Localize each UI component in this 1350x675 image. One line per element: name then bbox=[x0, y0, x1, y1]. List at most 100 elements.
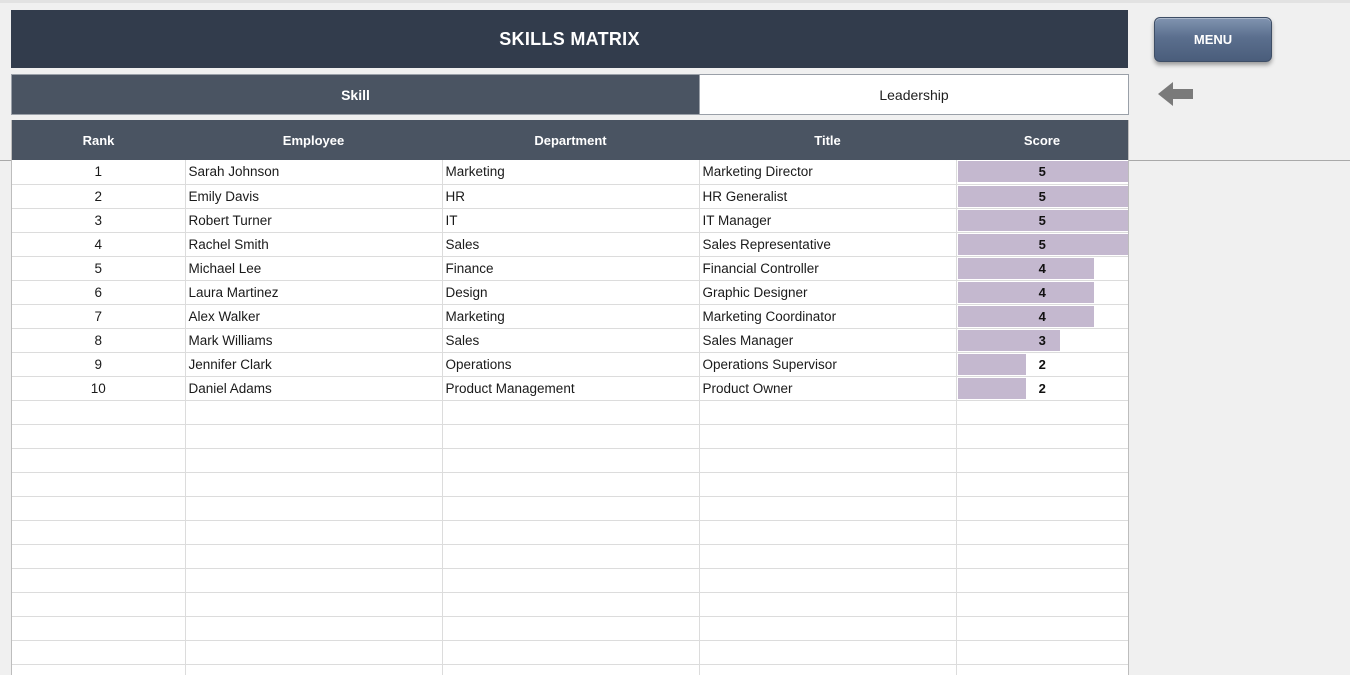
empty-table-row[interactable] bbox=[12, 616, 1128, 641]
table-row[interactable]: 2 Emily Davis HR HR Generalist 5 bbox=[12, 184, 1128, 209]
title-cell[interactable]: IT Manager bbox=[699, 208, 957, 233]
rank-cell[interactable]: 9 bbox=[12, 352, 186, 377]
rank-cell[interactable]: 5 bbox=[12, 256, 186, 281]
title-cell[interactable]: Operations Supervisor bbox=[699, 352, 957, 377]
table-row[interactable]: 3 Robert Turner IT IT Manager 5 bbox=[12, 208, 1128, 233]
empty-cell[interactable] bbox=[442, 544, 700, 569]
empty-cell[interactable] bbox=[956, 496, 1128, 521]
score-cell[interactable]: 2 bbox=[956, 376, 1128, 401]
empty-cell[interactable] bbox=[185, 544, 443, 569]
employee-cell[interactable]: Rachel Smith bbox=[185, 232, 443, 257]
empty-cell[interactable] bbox=[12, 664, 186, 675]
empty-table-row[interactable] bbox=[12, 544, 1128, 569]
employee-cell[interactable]: Michael Lee bbox=[185, 256, 443, 281]
menu-button[interactable]: MENU bbox=[1154, 17, 1272, 62]
empty-table-row[interactable] bbox=[12, 496, 1128, 521]
department-cell[interactable]: Marketing bbox=[442, 160, 700, 185]
department-cell[interactable]: Design bbox=[442, 280, 700, 305]
empty-table-row[interactable] bbox=[12, 448, 1128, 473]
department-cell[interactable]: Finance bbox=[442, 256, 700, 281]
rank-cell[interactable]: 6 bbox=[12, 280, 186, 305]
empty-cell[interactable] bbox=[185, 664, 443, 675]
employee-cell[interactable]: Sarah Johnson bbox=[185, 160, 443, 185]
rank-cell[interactable]: 4 bbox=[12, 232, 186, 257]
score-cell[interactable]: 4 bbox=[956, 304, 1128, 329]
left-arrow-icon[interactable] bbox=[1157, 80, 1195, 108]
empty-cell[interactable] bbox=[12, 424, 186, 449]
empty-cell[interactable] bbox=[699, 616, 957, 641]
employee-cell[interactable]: Daniel Adams bbox=[185, 376, 443, 401]
tab-leadership[interactable]: Leadership bbox=[699, 75, 1128, 114]
title-cell[interactable]: Sales Manager bbox=[699, 328, 957, 353]
rank-cell[interactable]: 2 bbox=[12, 184, 186, 209]
employee-cell[interactable]: Mark Williams bbox=[185, 328, 443, 353]
empty-cell[interactable] bbox=[956, 568, 1128, 593]
employee-cell[interactable]: Laura Martinez bbox=[185, 280, 443, 305]
employee-cell[interactable]: Emily Davis bbox=[185, 184, 443, 209]
tab-skill[interactable]: Skill bbox=[12, 75, 699, 114]
empty-cell[interactable] bbox=[12, 592, 186, 617]
score-cell[interactable]: 5 bbox=[956, 184, 1128, 209]
empty-cell[interactable] bbox=[12, 568, 186, 593]
empty-cell[interactable] bbox=[956, 448, 1128, 473]
table-row[interactable]: 1 Sarah Johnson Marketing Marketing Directo… bbox=[12, 160, 1128, 185]
score-cell[interactable]: 5 bbox=[956, 160, 1128, 185]
empty-cell[interactable] bbox=[699, 568, 957, 593]
empty-cell[interactable] bbox=[442, 664, 700, 675]
column-header-employee[interactable]: Employee bbox=[185, 120, 442, 160]
table-row[interactable]: 4 Rachel Smith Sales Sales Representative 5 bbox=[12, 232, 1128, 257]
table-row[interactable]: 7 Alex Walker Marketing Marketing Coordinat… bbox=[12, 304, 1128, 329]
department-cell[interactable]: Sales bbox=[442, 232, 700, 257]
empty-cell[interactable] bbox=[699, 544, 957, 569]
empty-cell[interactable] bbox=[442, 448, 700, 473]
empty-table-row[interactable] bbox=[12, 520, 1128, 545]
table-row[interactable]: 6 Laura Martinez Design Graphic Designer 4 bbox=[12, 280, 1128, 305]
empty-cell[interactable] bbox=[185, 472, 443, 497]
empty-cell[interactable] bbox=[12, 520, 186, 545]
empty-cell[interactable] bbox=[699, 592, 957, 617]
empty-cell[interactable] bbox=[185, 448, 443, 473]
empty-cell[interactable] bbox=[956, 544, 1128, 569]
score-cell[interactable]: 5 bbox=[956, 208, 1128, 233]
empty-cell[interactable] bbox=[442, 424, 700, 449]
empty-cell[interactable] bbox=[442, 400, 700, 425]
rank-cell[interactable]: 1 bbox=[12, 160, 186, 185]
title-cell[interactable]: Product Owner bbox=[699, 376, 957, 401]
title-cell[interactable]: Graphic Designer bbox=[699, 280, 957, 305]
empty-cell[interactable] bbox=[442, 640, 700, 665]
empty-cell[interactable] bbox=[185, 568, 443, 593]
column-header-title[interactable]: Title bbox=[699, 120, 956, 160]
title-cell[interactable]: Marketing Director bbox=[699, 160, 957, 185]
column-header-rank[interactable]: Rank bbox=[12, 120, 185, 160]
empty-cell[interactable] bbox=[699, 520, 957, 545]
empty-cell[interactable] bbox=[185, 520, 443, 545]
table-row[interactable]: 5 Michael Lee Finance Financial Controller 4 bbox=[12, 256, 1128, 281]
empty-table-row[interactable] bbox=[12, 400, 1128, 425]
table-row[interactable]: 8 Mark Williams Sales Sales Manager 3 bbox=[12, 328, 1128, 353]
empty-cell[interactable] bbox=[442, 616, 700, 641]
empty-cell[interactable] bbox=[956, 592, 1128, 617]
empty-cell[interactable] bbox=[185, 496, 443, 521]
empty-cell[interactable] bbox=[442, 592, 700, 617]
empty-cell[interactable] bbox=[699, 424, 957, 449]
empty-cell[interactable] bbox=[956, 424, 1128, 449]
score-cell[interactable]: 5 bbox=[956, 232, 1128, 257]
empty-cell[interactable] bbox=[442, 472, 700, 497]
empty-table-row[interactable] bbox=[12, 640, 1128, 665]
empty-cell[interactable] bbox=[956, 472, 1128, 497]
title-cell[interactable]: Marketing Coordinator bbox=[699, 304, 957, 329]
rank-cell[interactable]: 7 bbox=[12, 304, 186, 329]
empty-cell[interactable] bbox=[185, 400, 443, 425]
department-cell[interactable]: Operations bbox=[442, 352, 700, 377]
empty-cell[interactable] bbox=[699, 400, 957, 425]
empty-cell[interactable] bbox=[442, 520, 700, 545]
rank-cell[interactable]: 8 bbox=[12, 328, 186, 353]
empty-cell[interactable] bbox=[12, 544, 186, 569]
score-cell[interactable]: 4 bbox=[956, 280, 1128, 305]
empty-table-row[interactable] bbox=[12, 664, 1128, 675]
score-cell[interactable]: 2 bbox=[956, 352, 1128, 377]
table-row[interactable]: 9 Jennifer Clark Operations Operations Supe… bbox=[12, 352, 1128, 377]
empty-cell[interactable] bbox=[956, 664, 1128, 675]
score-cell[interactable]: 3 bbox=[956, 328, 1128, 353]
empty-cell[interactable] bbox=[699, 472, 957, 497]
